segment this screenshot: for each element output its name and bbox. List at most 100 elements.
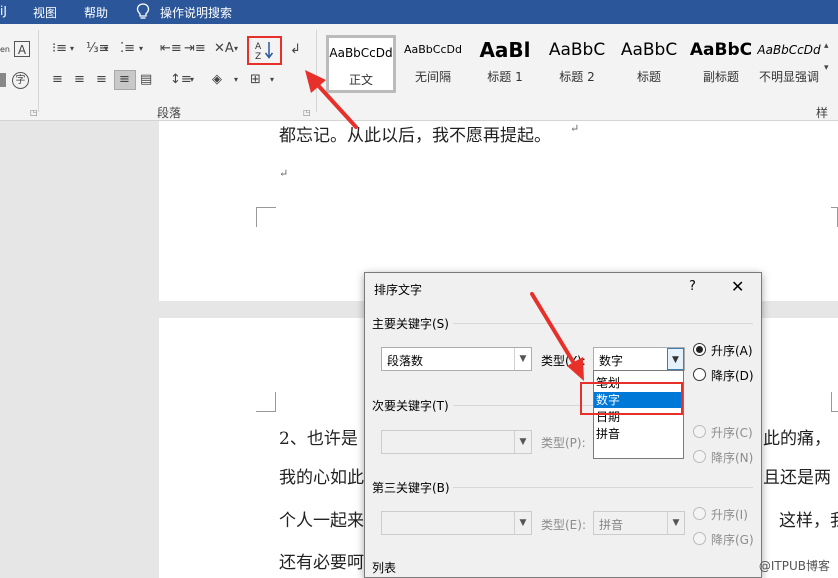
style-preview: AaBl	[479, 38, 531, 62]
document-text-line: 都忘记。从此以后，我不愿再提起。	[279, 126, 551, 146]
character-border-icon[interactable]: A	[14, 41, 30, 57]
style-tile[interactable]: AaBbC 标题 2	[542, 35, 612, 93]
primary-type-value: 数字	[599, 354, 624, 368]
lightbulb-icon	[136, 3, 150, 19]
primary-key-label: 主要关键字(S)	[372, 317, 449, 331]
tertiary-ascending-radio[interactable]	[693, 507, 706, 520]
decrease-indent-icon[interactable]: ⇤≡	[160, 41, 182, 57]
shading-dropdown-icon[interactable]: ▾	[234, 72, 238, 88]
tertiary-type-select[interactable]: 拼音 ▼	[593, 511, 685, 535]
paragraph-group-label: 段落	[157, 106, 182, 120]
line-spacing-dropdown-icon[interactable]: ▾	[190, 72, 194, 88]
style-preview: AaBbCcDd	[757, 43, 821, 57]
tertiary-type-label: 类型(E):	[541, 518, 586, 532]
tertiary-descending-radio[interactable]	[693, 532, 706, 545]
help-button[interactable]: ?	[689, 279, 696, 294]
secondary-descending-radio[interactable]	[693, 450, 706, 463]
asian-layout-icon[interactable]: ✕A	[214, 41, 234, 57]
tertiary-key-select[interactable]: ▼	[381, 511, 532, 535]
crop-mark	[256, 207, 276, 227]
style-tile[interactable]: AaBbC 副标题	[686, 35, 756, 93]
asian-layout-dropdown-icon[interactable]: ▾	[234, 41, 238, 57]
style-tile[interactable]: AaBbCcDd 不明显强调	[756, 35, 822, 93]
chevron-down-icon: ▼	[514, 348, 531, 370]
show-paragraph-marks-icon[interactable]: ↲	[290, 42, 301, 58]
document-text-line: 还有必要呵	[279, 553, 364, 573]
menu-item-partial[interactable]: iJ	[0, 4, 7, 18]
chevron-down-icon: ▼	[667, 348, 684, 370]
document-text-line: 此的痛，	[763, 429, 831, 449]
dropdown-option[interactable]: 拼音	[594, 426, 683, 442]
menu-item-help[interactable]: 帮助	[84, 4, 108, 21]
borders-dropdown-icon[interactable]: ▾	[270, 72, 274, 88]
close-button[interactable]: ✕	[731, 277, 744, 296]
line-spacing-icon[interactable]: ↕≡	[170, 72, 192, 88]
section-divider	[453, 405, 593, 406]
character-shading-icon[interactable]	[0, 73, 6, 87]
borders-icon[interactable]: ⊞	[250, 72, 261, 88]
secondary-key-select[interactable]: ▼	[381, 430, 532, 454]
document-text-line: 这样，我	[779, 511, 838, 531]
section-divider	[453, 323, 753, 324]
chevron-down-icon: ▼	[667, 512, 684, 534]
align-left-icon[interactable]: ≡	[52, 72, 63, 88]
tertiary-descending-label: 降序(G)	[711, 533, 754, 547]
ribbon-separator	[38, 30, 39, 112]
style-preview: AaBbC	[548, 40, 606, 60]
secondary-key-label: 次要关键字(T)	[372, 399, 449, 413]
distributed-icon[interactable]: ▤	[140, 72, 152, 88]
style-name: 标题 1	[487, 70, 523, 84]
menu-bar: iJ 视图 帮助 操作说明搜索	[0, 0, 838, 24]
primary-type-select[interactable]: 数字 ▼	[593, 347, 685, 371]
annotation-highlight-option	[580, 382, 683, 415]
primary-key-value: 段落数	[387, 354, 424, 368]
tertiary-key-label: 第三关键字(B)	[372, 481, 450, 495]
chevron-down-icon: ▼	[514, 512, 531, 534]
paragraph-dialog-launcher-icon[interactable]: ◳	[303, 108, 311, 117]
style-name: 不明显强调	[758, 70, 819, 84]
chevron-down-icon: ▼	[514, 431, 531, 453]
align-center-icon[interactable]: ≡	[74, 72, 85, 88]
primary-type-label: 类型(Y):	[541, 354, 586, 368]
ribbon: en A 字 ⁝≡ ▾ ⅓≡ ▾ ⁚≡ ▾ ⇤≡ ⇥≡ ✕A ▾ A Z ↲ ≡…	[0, 24, 838, 137]
style-tile[interactable]: AaBbC 标题	[614, 35, 684, 93]
section-divider	[453, 487, 753, 488]
increase-indent-icon[interactable]: ⇥≡	[184, 41, 206, 57]
numbering-dropdown-icon[interactable]: ▾	[104, 41, 108, 57]
style-tile[interactable]: AaBl 标题 1	[470, 35, 540, 93]
align-right-icon[interactable]: ≡	[96, 72, 107, 88]
justify-button[interactable]: ≡	[114, 70, 136, 90]
shading-icon[interactable]: ◈	[212, 72, 222, 88]
style-name: 正文	[348, 73, 373, 87]
enclose-characters-icon[interactable]: 字	[12, 72, 29, 89]
crop-mark	[831, 392, 838, 412]
primary-key-select[interactable]: 段落数 ▼	[381, 347, 532, 371]
annotation-highlight-sort	[247, 36, 282, 65]
multilevel-list-icon[interactable]: ⁚≡	[120, 41, 135, 57]
crop-mark	[256, 392, 276, 412]
list-section-label: 列表	[372, 561, 397, 575]
font-dialog-launcher-icon[interactable]: ◳	[30, 108, 38, 117]
style-name: 标题 2	[559, 70, 595, 84]
style-preview: AaBbC	[620, 40, 678, 60]
gallery-scroll-up-icon[interactable]: ▴	[824, 38, 829, 54]
primary-descending-radio[interactable]	[693, 368, 706, 381]
bullets-dropdown-icon[interactable]: ▾	[70, 41, 74, 57]
primary-ascending-radio[interactable]	[693, 343, 706, 356]
secondary-ascending-label: 升序(C)	[711, 426, 753, 440]
document-text-line: 个人一起来	[279, 511, 364, 531]
multilevel-dropdown-icon[interactable]: ▾	[139, 41, 143, 57]
style-tile[interactable]: AaBbCcDd 正文	[326, 35, 396, 93]
style-tile[interactable]: AaBbCcDd 无间隔	[398, 35, 468, 93]
menu-item-view[interactable]: 视图	[33, 4, 57, 21]
style-name: 无间隔	[414, 70, 451, 84]
style-preview: AaBbCcDd	[329, 46, 393, 60]
tell-me-search[interactable]: 操作说明搜索	[160, 4, 232, 21]
bullets-icon[interactable]: ⁝≡	[52, 41, 67, 57]
gallery-scroll-down-icon[interactable]: ▾	[824, 60, 829, 76]
style-preview: AaBbC	[689, 40, 753, 60]
phonetic-guide-icon[interactable]: en	[0, 42, 10, 58]
secondary-ascending-radio[interactable]	[693, 425, 706, 438]
secondary-descending-label: 降序(N)	[711, 451, 754, 465]
tertiary-ascending-label: 升序(I)	[711, 508, 748, 522]
